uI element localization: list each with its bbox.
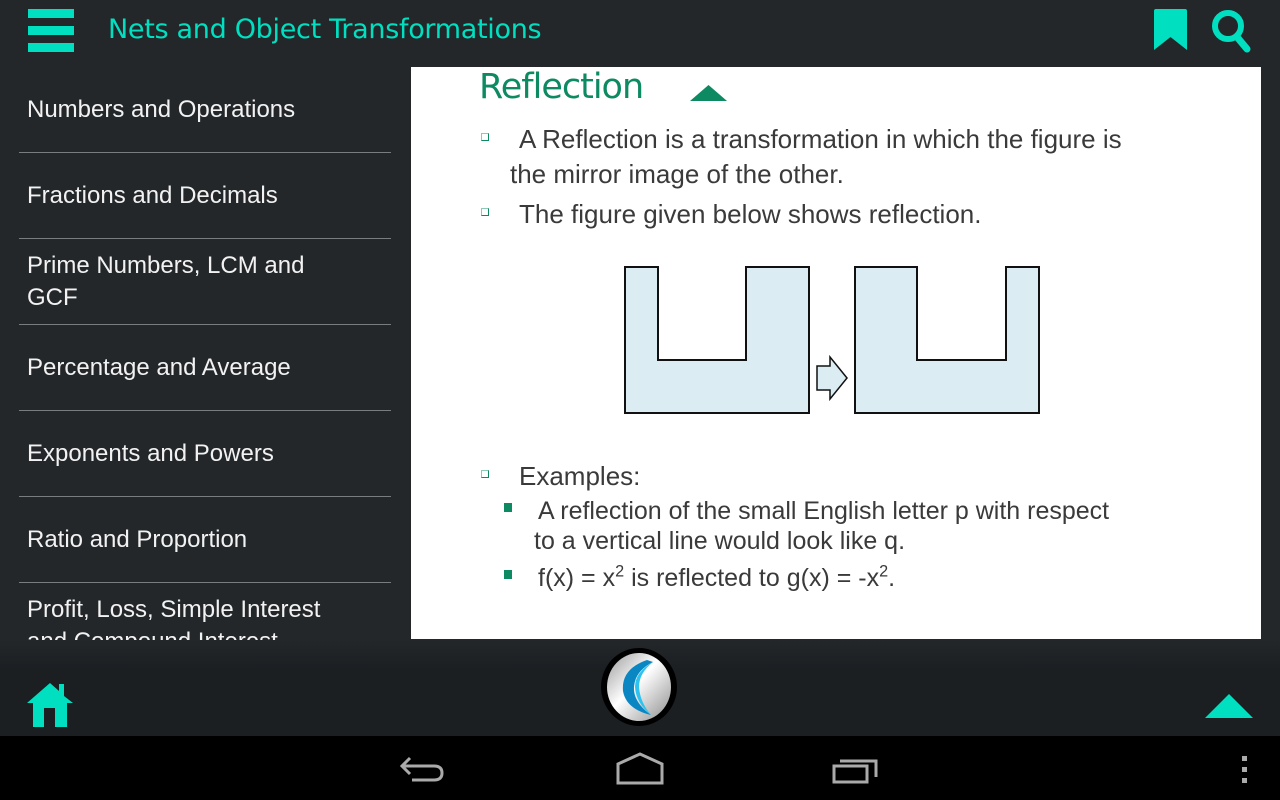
original-shape (624, 266, 810, 414)
formula-part: f(x) = x (538, 564, 616, 592)
scroll-top-icon[interactable] (1205, 694, 1253, 718)
search-icon[interactable] (1210, 8, 1252, 54)
bullet-text: Examples: (519, 461, 641, 491)
example-text: f(x) = x2 is reflected to g(x) = -x2. (538, 563, 895, 593)
bullet-icon (481, 208, 489, 216)
sidebar-item-profit-loss[interactable]: Profit, Loss, Simple Interest and Compou… (19, 583, 391, 640)
sidebar-item-numbers-operations[interactable]: Numbers and Operations (19, 67, 391, 153)
section-title: Reflection (479, 67, 644, 107)
sub-bullet-icon (504, 570, 512, 579)
sidebar-item-label: Ratio and Proportion (27, 525, 248, 553)
sidebar-item-fractions-decimals[interactable]: Fractions and Decimals (19, 153, 391, 239)
sidebar-item-label: Percentage and Average (27, 353, 291, 381)
bookmark-icon[interactable] (1152, 8, 1189, 52)
example-text: A reflection of the small English letter… (538, 497, 1110, 525)
formula-part: is reflected to g(x) = -x (624, 564, 880, 592)
formula-part: . (888, 564, 896, 592)
sidebar-item-prime-numbers[interactable]: Prime Numbers, LCM and GCF (19, 239, 391, 325)
sidebar-item-exponents-powers[interactable]: Exponents and Powers (19, 411, 391, 497)
exponent: 2 (879, 562, 889, 581)
sidebar-item-percentage-average[interactable]: Percentage and Average (19, 325, 391, 411)
app-logo-icon[interactable] (599, 647, 679, 727)
overflow-menu-icon[interactable] (1236, 756, 1254, 784)
bullet-text: the mirror image of the other. (510, 159, 844, 189)
back-icon[interactable] (398, 752, 448, 786)
example-text: to a vertical line would look like q. (534, 527, 906, 555)
recent-apps-icon[interactable] (830, 752, 884, 786)
reflection-figure (624, 266, 1040, 414)
bullet-icon (481, 133, 489, 141)
sub-bullet-icon (504, 503, 512, 512)
sidebar-item-ratio-proportion[interactable]: Ratio and Proportion (19, 497, 391, 583)
page-title: Nets and Object Transformations (108, 14, 542, 45)
arrow-icon (816, 354, 848, 402)
menu-icon[interactable] (28, 9, 74, 53)
sidebar-item-label: Profit, Loss, Simple Interest and Compou… (27, 596, 321, 640)
lesson-content: Reflection A Reflection is a transformat… (411, 67, 1261, 639)
sidebar-item-label: Exponents and Powers (27, 439, 274, 467)
app-bar: Nets and Object Transformations (0, 0, 1280, 67)
sidebar-item-label: Prime Numbers, LCM and GCF (27, 251, 305, 311)
collapse-section-icon[interactable] (690, 83, 727, 101)
sidebar-item-label: Numbers and Operations (27, 95, 296, 123)
bullet-icon (481, 470, 489, 478)
home-icon[interactable] (27, 683, 73, 727)
topic-sidebar: Numbers and Operations Fractions and Dec… (0, 67, 410, 640)
home-outline-icon[interactable] (613, 752, 667, 786)
sidebar-item-label: Fractions and Decimals (27, 181, 278, 209)
exponent: 2 (615, 562, 625, 581)
bullet-text: A Reflection is a transformation in whic… (519, 124, 1122, 154)
reflected-shape (854, 266, 1040, 414)
bullet-text: The figure given below shows reflection. (519, 199, 982, 229)
